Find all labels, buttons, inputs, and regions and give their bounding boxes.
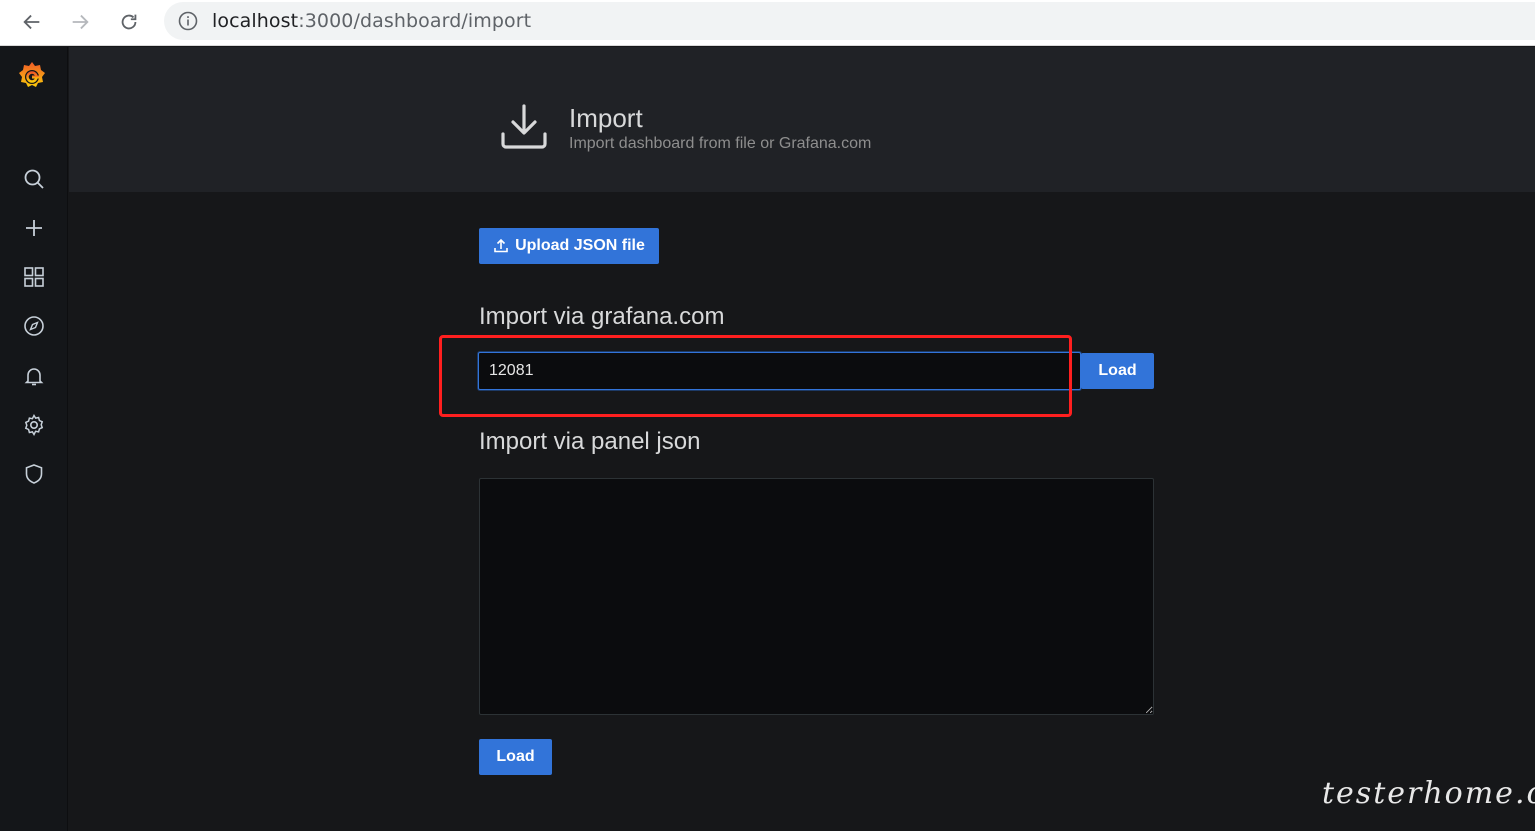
arrow-right-icon bbox=[72, 14, 89, 30]
watermark: testerhome.com bbox=[1322, 776, 1535, 811]
side-menu bbox=[0, 47, 68, 831]
forward-button[interactable] bbox=[62, 4, 98, 40]
info-icon[interactable] bbox=[178, 11, 198, 31]
sidemenu-dashboards[interactable] bbox=[20, 263, 48, 291]
page-subtitle: Import dashboard from file or Grafana.co… bbox=[569, 135, 872, 152]
load-json-button[interactable]: Load bbox=[479, 739, 552, 775]
arrow-left-icon bbox=[23, 14, 40, 30]
sidemenu-explore[interactable] bbox=[20, 312, 48, 340]
browser-toolbar: localhost:3000/dashboard/import bbox=[0, 0, 1535, 46]
load-grafana-button[interactable]: Load bbox=[1081, 353, 1154, 389]
grid-icon bbox=[24, 267, 44, 287]
sidemenu-search[interactable] bbox=[20, 165, 48, 193]
grafana-logo-icon[interactable] bbox=[14, 59, 50, 95]
reload-icon bbox=[121, 14, 137, 30]
back-button[interactable] bbox=[14, 4, 50, 40]
upload-icon bbox=[494, 238, 508, 253]
sidemenu-create[interactable] bbox=[20, 214, 48, 242]
grafana-import-label: Import via grafana.com bbox=[479, 303, 725, 330]
url-path: :3000/dashboard/import bbox=[298, 10, 532, 32]
bell-icon bbox=[24, 368, 44, 386]
panel-json-label: Import via panel json bbox=[479, 428, 701, 455]
page-title: Import bbox=[569, 103, 643, 133]
url-text: localhost:3000/dashboard/import bbox=[212, 10, 531, 32]
upload-json-button[interactable]: Upload JSON file bbox=[479, 228, 659, 264]
plus-icon bbox=[26, 220, 42, 236]
shield-icon bbox=[25, 464, 43, 484]
upload-json-label: Upload JSON file bbox=[515, 237, 645, 254]
reload-button[interactable] bbox=[111, 4, 147, 40]
sidemenu-server-admin[interactable] bbox=[20, 460, 48, 488]
compass-icon bbox=[24, 316, 44, 336]
download-icon bbox=[501, 104, 547, 149]
address-bar[interactable]: localhost:3000/dashboard/import bbox=[164, 2, 1535, 40]
sidemenu-configuration[interactable] bbox=[20, 411, 48, 439]
gear-icon bbox=[24, 413, 44, 437]
search-icon bbox=[24, 169, 44, 189]
sidemenu-alerting[interactable] bbox=[20, 362, 48, 390]
url-host: localhost bbox=[212, 10, 299, 32]
grafana-id-input[interactable] bbox=[478, 352, 1081, 390]
page-header: Import Import dashboard from file or Gra… bbox=[69, 47, 1535, 192]
panel-json-textarea[interactable] bbox=[479, 478, 1154, 715]
